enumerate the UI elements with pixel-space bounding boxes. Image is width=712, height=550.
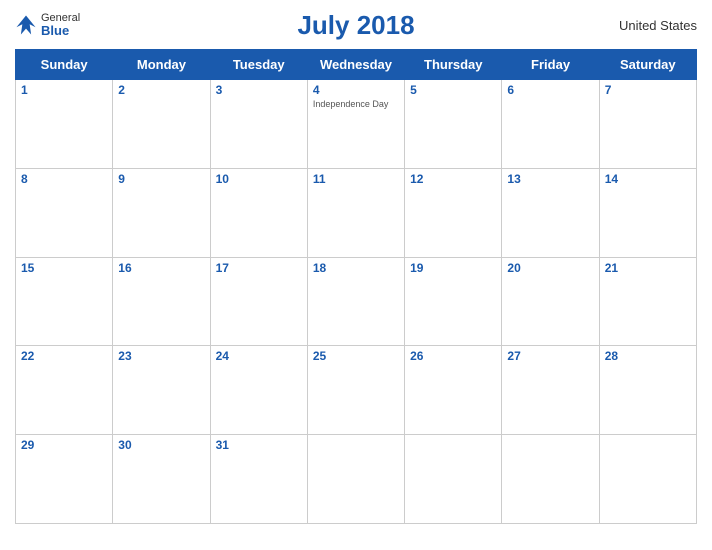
day-cell-1-4: 12 xyxy=(405,168,502,257)
day-number: 16 xyxy=(118,261,204,275)
day-cell-4-5 xyxy=(502,435,599,524)
day-number: 10 xyxy=(216,172,302,186)
week-row-1: 1234 Independence Day 567 xyxy=(16,80,697,169)
day-cell-2-6: 21 xyxy=(599,257,696,346)
header-thursday: Thursday xyxy=(405,50,502,80)
day-cell-2-0: 15 xyxy=(16,257,113,346)
day-number: 22 xyxy=(21,349,107,363)
day-cell-1-6: 14 xyxy=(599,168,696,257)
day-number: 27 xyxy=(507,349,593,363)
day-cell-0-3: 4 Independence Day xyxy=(307,80,404,169)
day-cell-3-3: 25 xyxy=(307,346,404,435)
day-number: 28 xyxy=(605,349,691,363)
day-number: 11 xyxy=(313,172,399,186)
day-cell-3-6: 28 xyxy=(599,346,696,435)
day-number: 6 xyxy=(507,83,593,97)
day-cell-0-0: 1 xyxy=(16,80,113,169)
logo-text: General Blue xyxy=(41,12,80,38)
day-cell-2-3: 18 xyxy=(307,257,404,346)
day-cell-2-2: 17 xyxy=(210,257,307,346)
day-number: 26 xyxy=(410,349,496,363)
header-tuesday: Tuesday xyxy=(210,50,307,80)
day-cell-1-1: 9 xyxy=(113,168,210,257)
day-number: 31 xyxy=(216,438,302,452)
day-cell-4-2: 31 xyxy=(210,435,307,524)
day-number: 5 xyxy=(410,83,496,97)
day-number: 13 xyxy=(507,172,593,186)
day-cell-3-5: 27 xyxy=(502,346,599,435)
day-number: 4 xyxy=(313,83,399,97)
day-cell-4-1: 30 xyxy=(113,435,210,524)
day-cell-0-4: 5 xyxy=(405,80,502,169)
header-saturday: Saturday xyxy=(599,50,696,80)
day-cell-4-0: 29 xyxy=(16,435,113,524)
country-label: United States xyxy=(619,18,697,33)
day-number: 1 xyxy=(21,83,107,97)
day-number: 23 xyxy=(118,349,204,363)
day-number: 3 xyxy=(216,83,302,97)
week-row-4: 22 23 24 25 26 27 28 xyxy=(16,346,697,435)
header-sunday: Sunday xyxy=(16,50,113,80)
day-cell-2-1: 16 xyxy=(113,257,210,346)
day-number: 19 xyxy=(410,261,496,275)
day-cell-3-0: 22 xyxy=(16,346,113,435)
day-number: 2 xyxy=(118,83,204,97)
day-cell-4-6 xyxy=(599,435,696,524)
calendar-container: General Blue July 2018 United States Sun… xyxy=(0,0,712,550)
day-number: 12 xyxy=(410,172,496,186)
calendar-table: Sunday Monday Tuesday Wednesday Thursday… xyxy=(15,49,697,524)
day-cell-2-4: 19 xyxy=(405,257,502,346)
day-cell-1-5: 13 xyxy=(502,168,599,257)
day-number: 20 xyxy=(507,261,593,275)
logo-bird-icon xyxy=(15,14,37,36)
weekday-header-row: Sunday Monday Tuesday Wednesday Thursday… xyxy=(16,50,697,80)
header-friday: Friday xyxy=(502,50,599,80)
day-cell-0-1: 2 xyxy=(113,80,210,169)
day-cell-1-0: 8 xyxy=(16,168,113,257)
week-row-2: 89 10 11 12 13 14 xyxy=(16,168,697,257)
day-cell-3-2: 24 xyxy=(210,346,307,435)
day-number: 25 xyxy=(313,349,399,363)
day-cell-3-1: 23 xyxy=(113,346,210,435)
day-number: 14 xyxy=(605,172,691,186)
header-monday: Monday xyxy=(113,50,210,80)
day-number: 30 xyxy=(118,438,204,452)
day-cell-4-4 xyxy=(405,435,502,524)
header-wednesday: Wednesday xyxy=(307,50,404,80)
logo-blue: Blue xyxy=(41,24,80,38)
day-cell-3-4: 26 xyxy=(405,346,502,435)
day-cell-0-5: 6 xyxy=(502,80,599,169)
day-cell-0-6: 7 xyxy=(599,80,696,169)
day-number: 29 xyxy=(21,438,107,452)
day-number: 17 xyxy=(216,261,302,275)
day-number: 8 xyxy=(21,172,107,186)
day-cell-2-5: 20 xyxy=(502,257,599,346)
week-row-3: 15 16 17 18 19 20 21 xyxy=(16,257,697,346)
day-number: 15 xyxy=(21,261,107,275)
day-number: 21 xyxy=(605,261,691,275)
event-label: Independence Day xyxy=(313,99,399,109)
logo: General Blue xyxy=(15,12,80,38)
calendar-title: July 2018 xyxy=(297,10,414,41)
day-cell-1-3: 11 xyxy=(307,168,404,257)
calendar-body: 1234Independence Day56789101112131415161… xyxy=(16,80,697,524)
calendar-header: General Blue July 2018 United States xyxy=(15,10,697,41)
day-cell-4-3 xyxy=(307,435,404,524)
day-cell-1-2: 10 xyxy=(210,168,307,257)
week-row-5: 29 30 31 xyxy=(16,435,697,524)
day-number: 24 xyxy=(216,349,302,363)
day-number: 9 xyxy=(118,172,204,186)
day-number: 7 xyxy=(605,83,691,97)
day-cell-0-2: 3 xyxy=(210,80,307,169)
day-number: 18 xyxy=(313,261,399,275)
